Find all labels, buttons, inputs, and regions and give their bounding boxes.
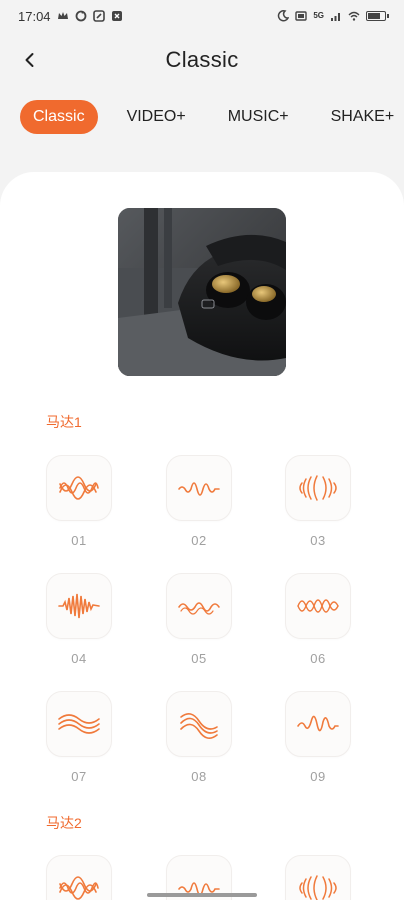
chevron-left-icon [25,53,34,67]
pattern-tile[interactable] [46,855,112,900]
moon-icon [278,10,290,22]
pattern-item-04[interactable]: 04 [44,573,114,666]
home-indicator[interactable] [147,893,257,897]
pattern-item-07[interactable]: 07 [44,691,114,784]
crown-icon [57,12,68,19]
wave-pattern-03-icon [299,475,337,501]
pattern-item-06[interactable]: 06 [283,573,353,666]
section-title-motor-1: 马达1 [46,414,82,430]
status-bar: 17:04 5G [0,0,404,32]
signal-icon [331,13,340,21]
pattern-label: 06 [310,651,326,666]
note-icon [92,10,105,22]
pattern-tile[interactable] [166,691,232,757]
tab-music-plus[interactable]: MUSIC+ [215,100,302,134]
pattern-tile[interactable] [166,455,232,521]
wave-pattern-01-icon [59,476,99,500]
wave-pattern-05-icon [178,602,220,615]
wave-pattern-03-icon [299,875,337,900]
motor2-pattern-item-03[interactable] [283,855,353,900]
pattern-label: 01 [71,533,87,548]
network-label: 5G [313,11,324,20]
tab-video-plus[interactable]: VIDEO+ [114,100,199,134]
wifi-icon [348,11,360,21]
pattern-tile[interactable] [46,455,112,521]
pattern-tile[interactable] [46,573,112,639]
wave-pattern-04-icon [58,593,100,619]
pattern-item-05[interactable]: 05 [164,573,234,666]
page-title: Classic [165,47,239,72]
motor2-pattern-item-01[interactable] [44,855,114,900]
pattern-label: 04 [71,651,87,666]
wave-pattern-08-icon [180,713,218,739]
status-time: 17:04 [18,8,51,24]
pattern-label: 08 [191,769,207,784]
sync-icon [75,10,86,22]
pattern-item-02[interactable]: 02 [164,455,234,548]
pattern-label: 03 [310,533,326,548]
pattern-item-08[interactable]: 08 [164,691,234,784]
app-icon [111,11,122,21]
pattern-tile[interactable] [285,691,351,757]
pattern-label: 07 [71,769,87,784]
pattern-item-09[interactable]: 09 [283,691,353,784]
wave-pattern-06-icon [297,599,339,613]
wave-pattern-09-icon [297,715,339,732]
section-title-motor-2: 马达2 [46,815,82,831]
pattern-label: 09 [310,769,326,784]
battery-icon [366,11,389,21]
product-image [118,208,286,376]
pattern-tile[interactable] [166,573,232,639]
content-card: 马达1 01 02 03 04 05 06 07 08 09 马达2 [0,172,404,900]
wave-pattern-02-icon [178,482,220,496]
mode-tabs: Classic VIDEO+ MUSIC+ SHAKE+ [20,100,404,134]
header: Classic [0,38,404,82]
pattern-item-01[interactable]: 01 [44,455,114,548]
pattern-tile[interactable] [285,855,351,900]
sim-icon [295,11,308,21]
pattern-label: 05 [191,651,207,666]
pattern-tile[interactable] [285,455,351,521]
pattern-tile[interactable] [285,573,351,639]
pattern-tile[interactable] [46,691,112,757]
pattern-item-03[interactable]: 03 [283,455,353,548]
pattern-label: 02 [191,533,207,548]
wave-pattern-01-icon [59,876,99,900]
tab-shake-plus[interactable]: SHAKE+ [318,100,404,134]
tab-classic[interactable]: Classic [20,100,98,134]
back-button[interactable] [14,44,46,76]
wave-pattern-07-icon [58,714,100,734]
